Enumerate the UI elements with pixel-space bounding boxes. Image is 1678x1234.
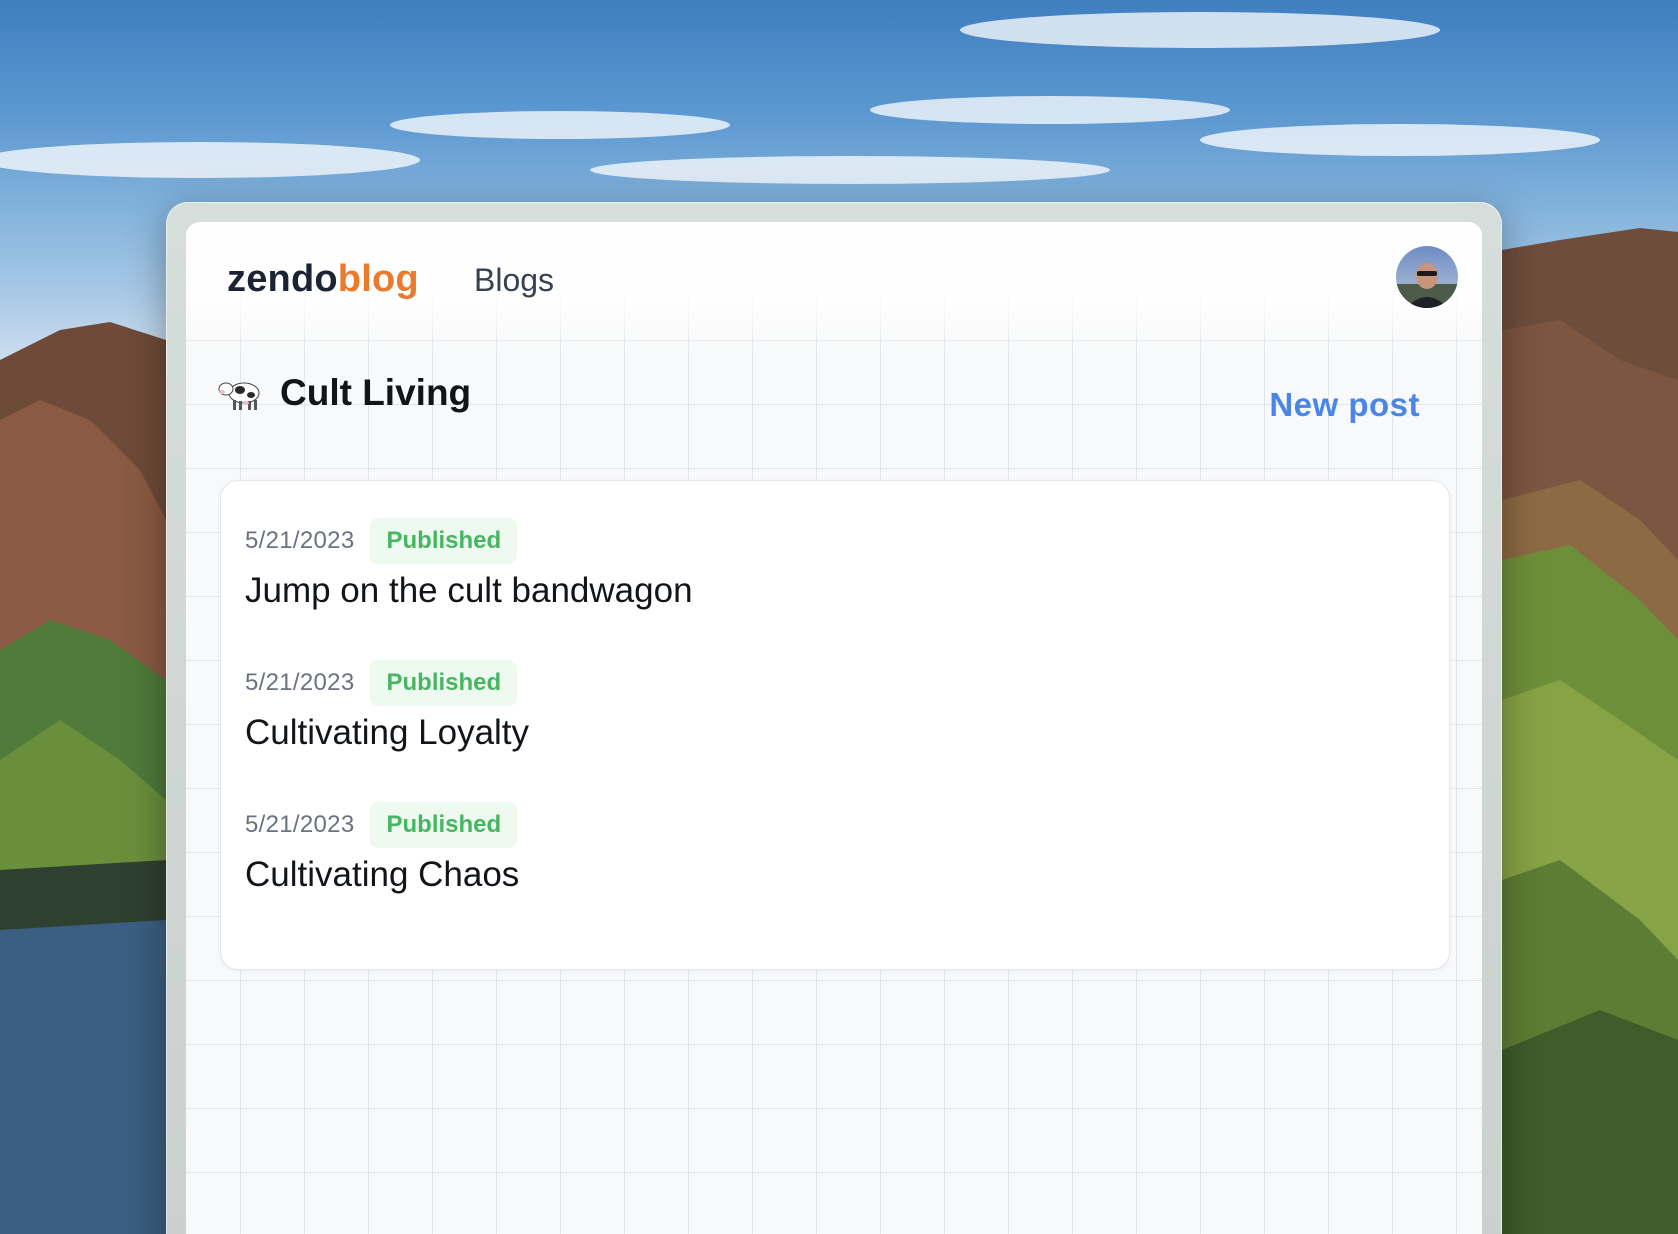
post-date: 5/21/2023	[245, 669, 355, 696]
blog-heading: Cult Living	[218, 372, 471, 414]
app-window: zendoblog Blogs Cult Living New post 5/2…	[186, 222, 1482, 1234]
post-item[interactable]: 5/21/2023 Published Cultivating Loyalty	[245, 659, 1425, 769]
post-item[interactable]: 5/21/2023 Published Jump on the cult ban…	[245, 517, 1425, 627]
logo-text-primary: zendo	[227, 258, 338, 300]
app-logo[interactable]: zendoblog	[227, 258, 419, 301]
post-item[interactable]: 5/21/2023 Published Cultivating Chaos	[245, 801, 1425, 911]
logo-text-accent: blog	[337, 258, 419, 300]
post-date: 5/21/2023	[245, 527, 355, 554]
user-avatar[interactable]	[1396, 246, 1458, 308]
cow-icon	[218, 373, 266, 413]
status-badge: Published	[370, 802, 518, 848]
blog-title: Cult Living	[280, 372, 472, 413]
post-title[interactable]: Cultivating Loyalty	[245, 713, 1425, 753]
post-meta: 5/21/2023 Published	[245, 801, 1425, 849]
post-meta: 5/21/2023 Published	[245, 659, 1425, 707]
desktop: zendoblog Blogs Cult Living New post 5/2…	[0, 0, 1678, 1234]
avatar-photo-icon	[1396, 246, 1458, 308]
status-badge: Published	[370, 660, 518, 706]
post-title[interactable]: Cultivating Chaos	[245, 855, 1425, 895]
posts-list: 5/21/2023 Published Jump on the cult ban…	[220, 480, 1450, 970]
post-meta: 5/21/2023 Published	[245, 517, 1425, 565]
post-title[interactable]: Jump on the cult bandwagon	[245, 571, 1425, 611]
new-post-link[interactable]: New post	[1269, 386, 1420, 424]
status-badge: Published	[370, 518, 518, 564]
top-header: zendoblog Blogs	[186, 222, 1482, 336]
post-date: 5/21/2023	[245, 811, 355, 838]
nav-link-blogs[interactable]: Blogs	[474, 262, 554, 299]
